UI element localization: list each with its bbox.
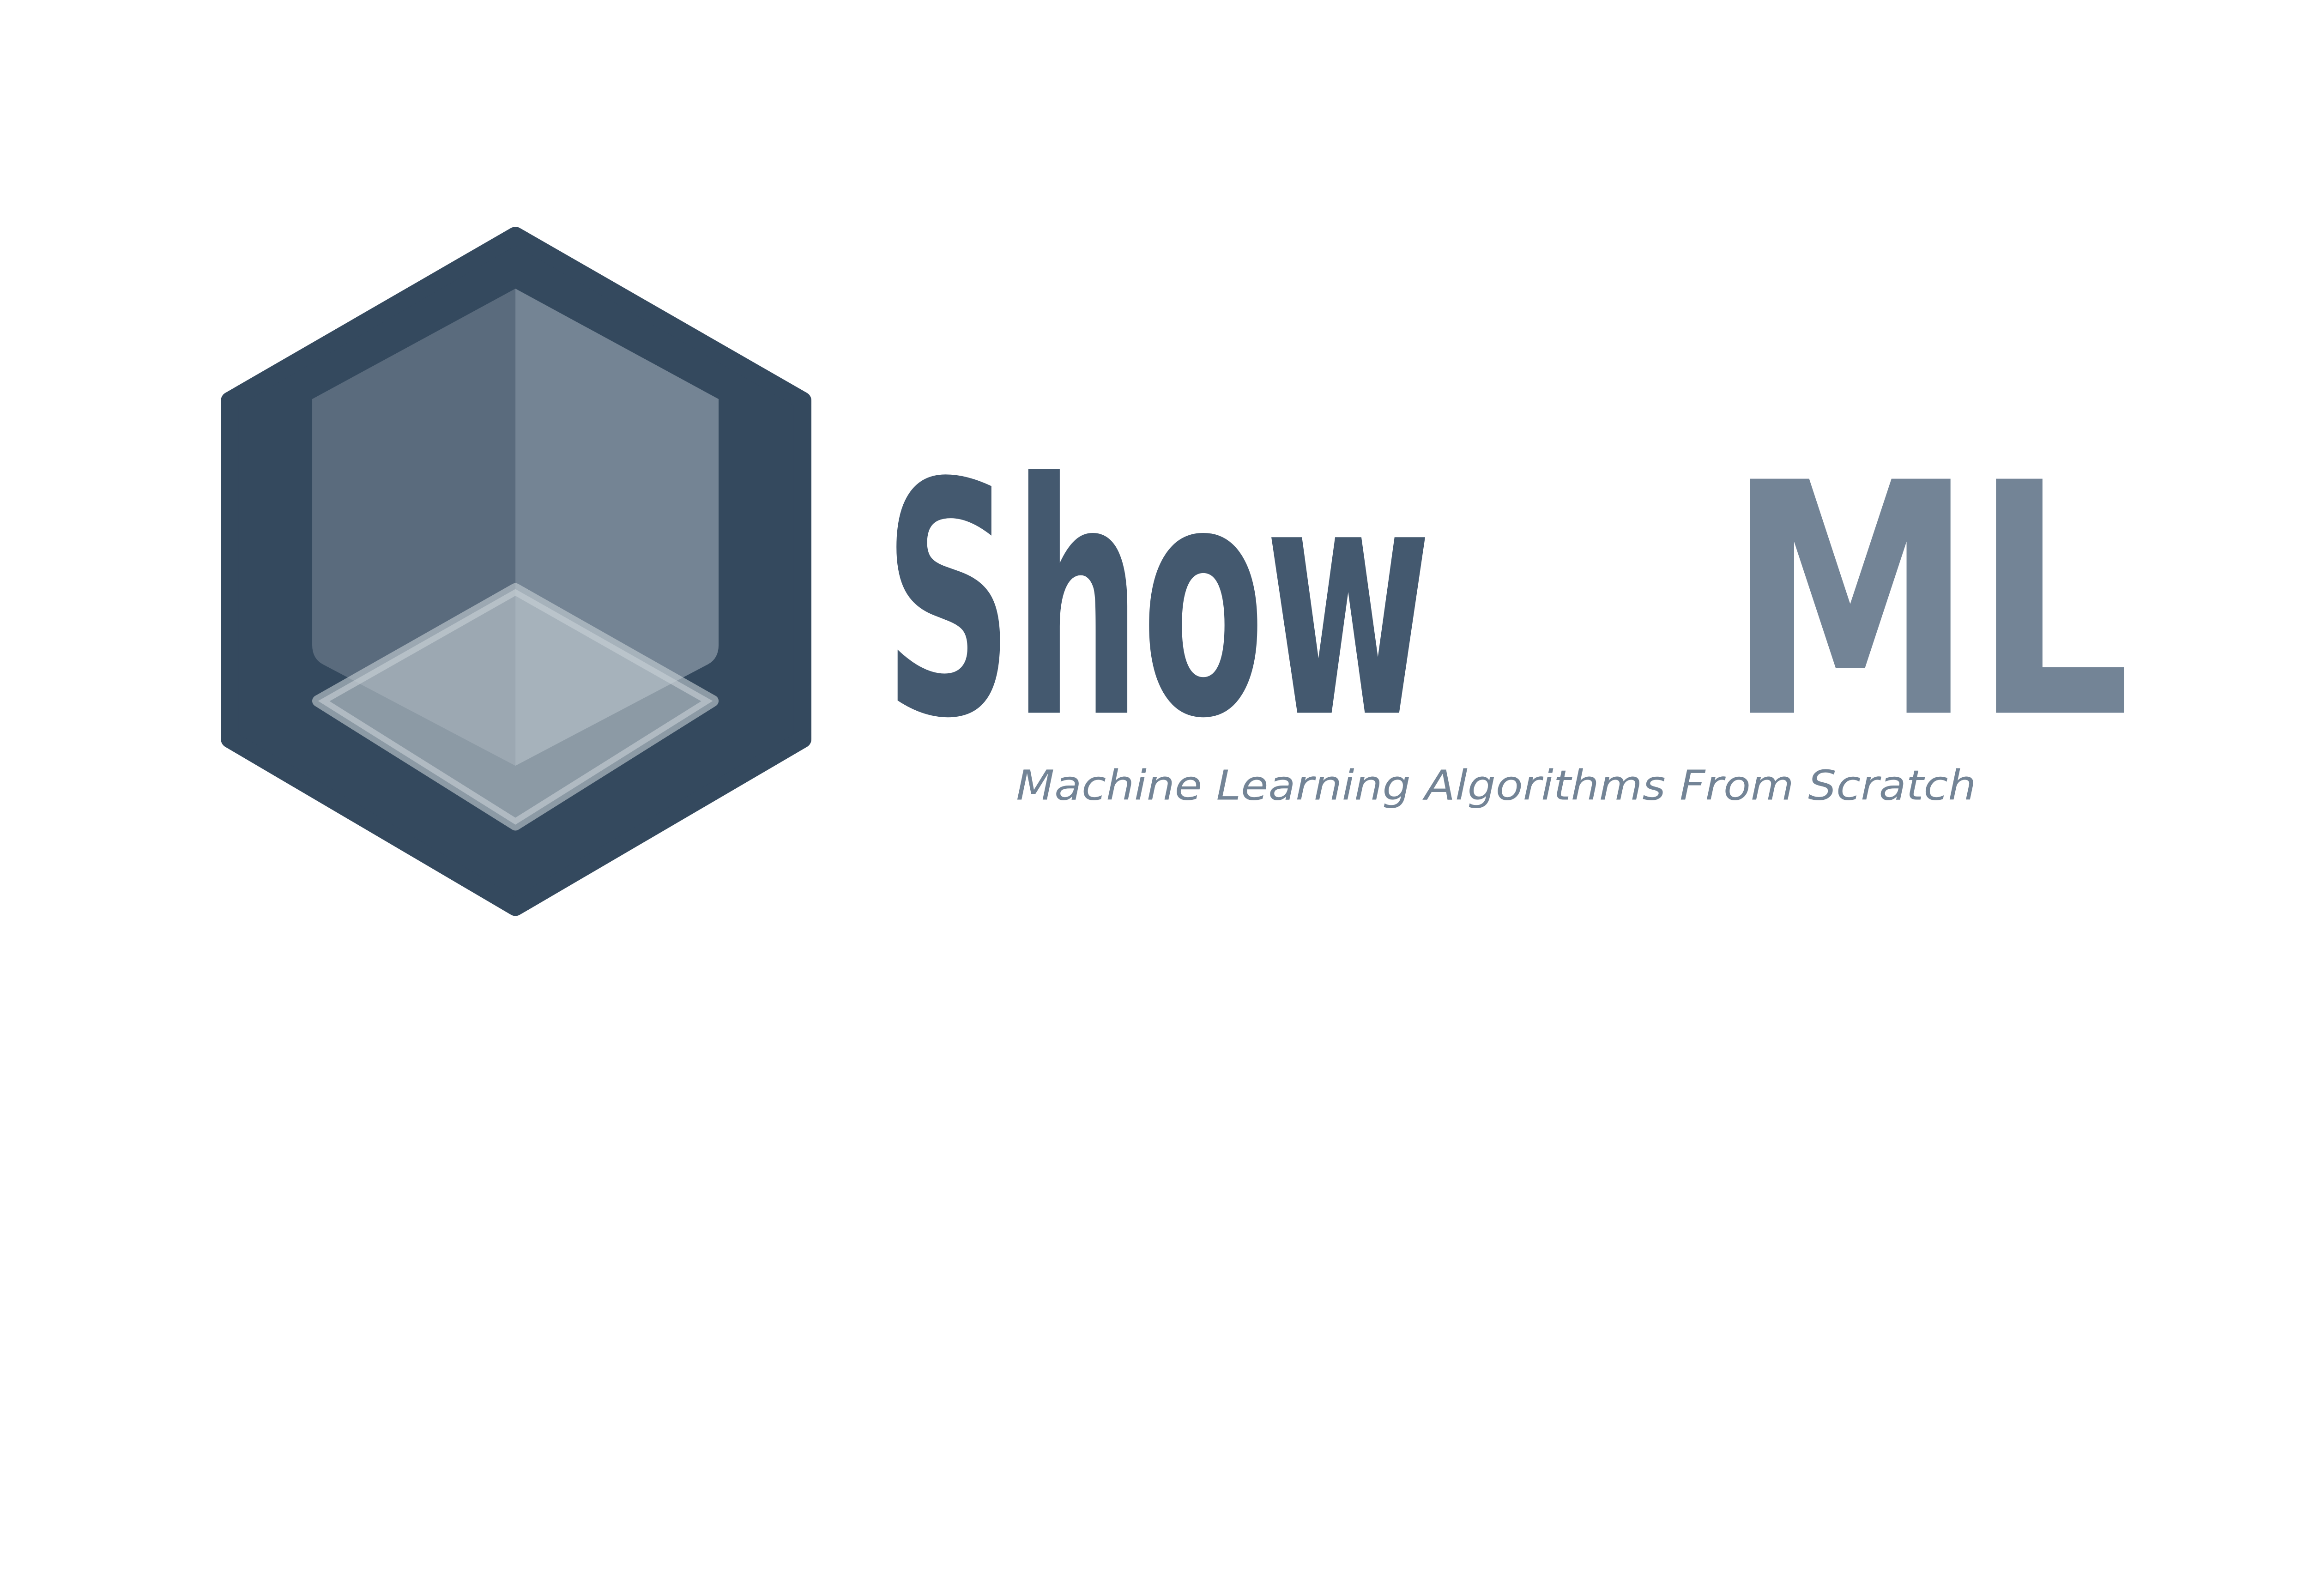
wordmark-show: Show [883, 415, 1431, 788]
logo-wordmark-ml: ML [1727, 415, 2131, 788]
logo-tagline: Machine Learning Algorithms From Scratch [1016, 762, 1976, 810]
hexagon-cube-icon [221, 227, 812, 916]
logo-canvas: Show ML Machine Learning Algorithms From… [221, 227, 2131, 916]
wordmark-ml: ML [1727, 415, 2131, 788]
logo-wordmark: Show [883, 415, 1431, 788]
